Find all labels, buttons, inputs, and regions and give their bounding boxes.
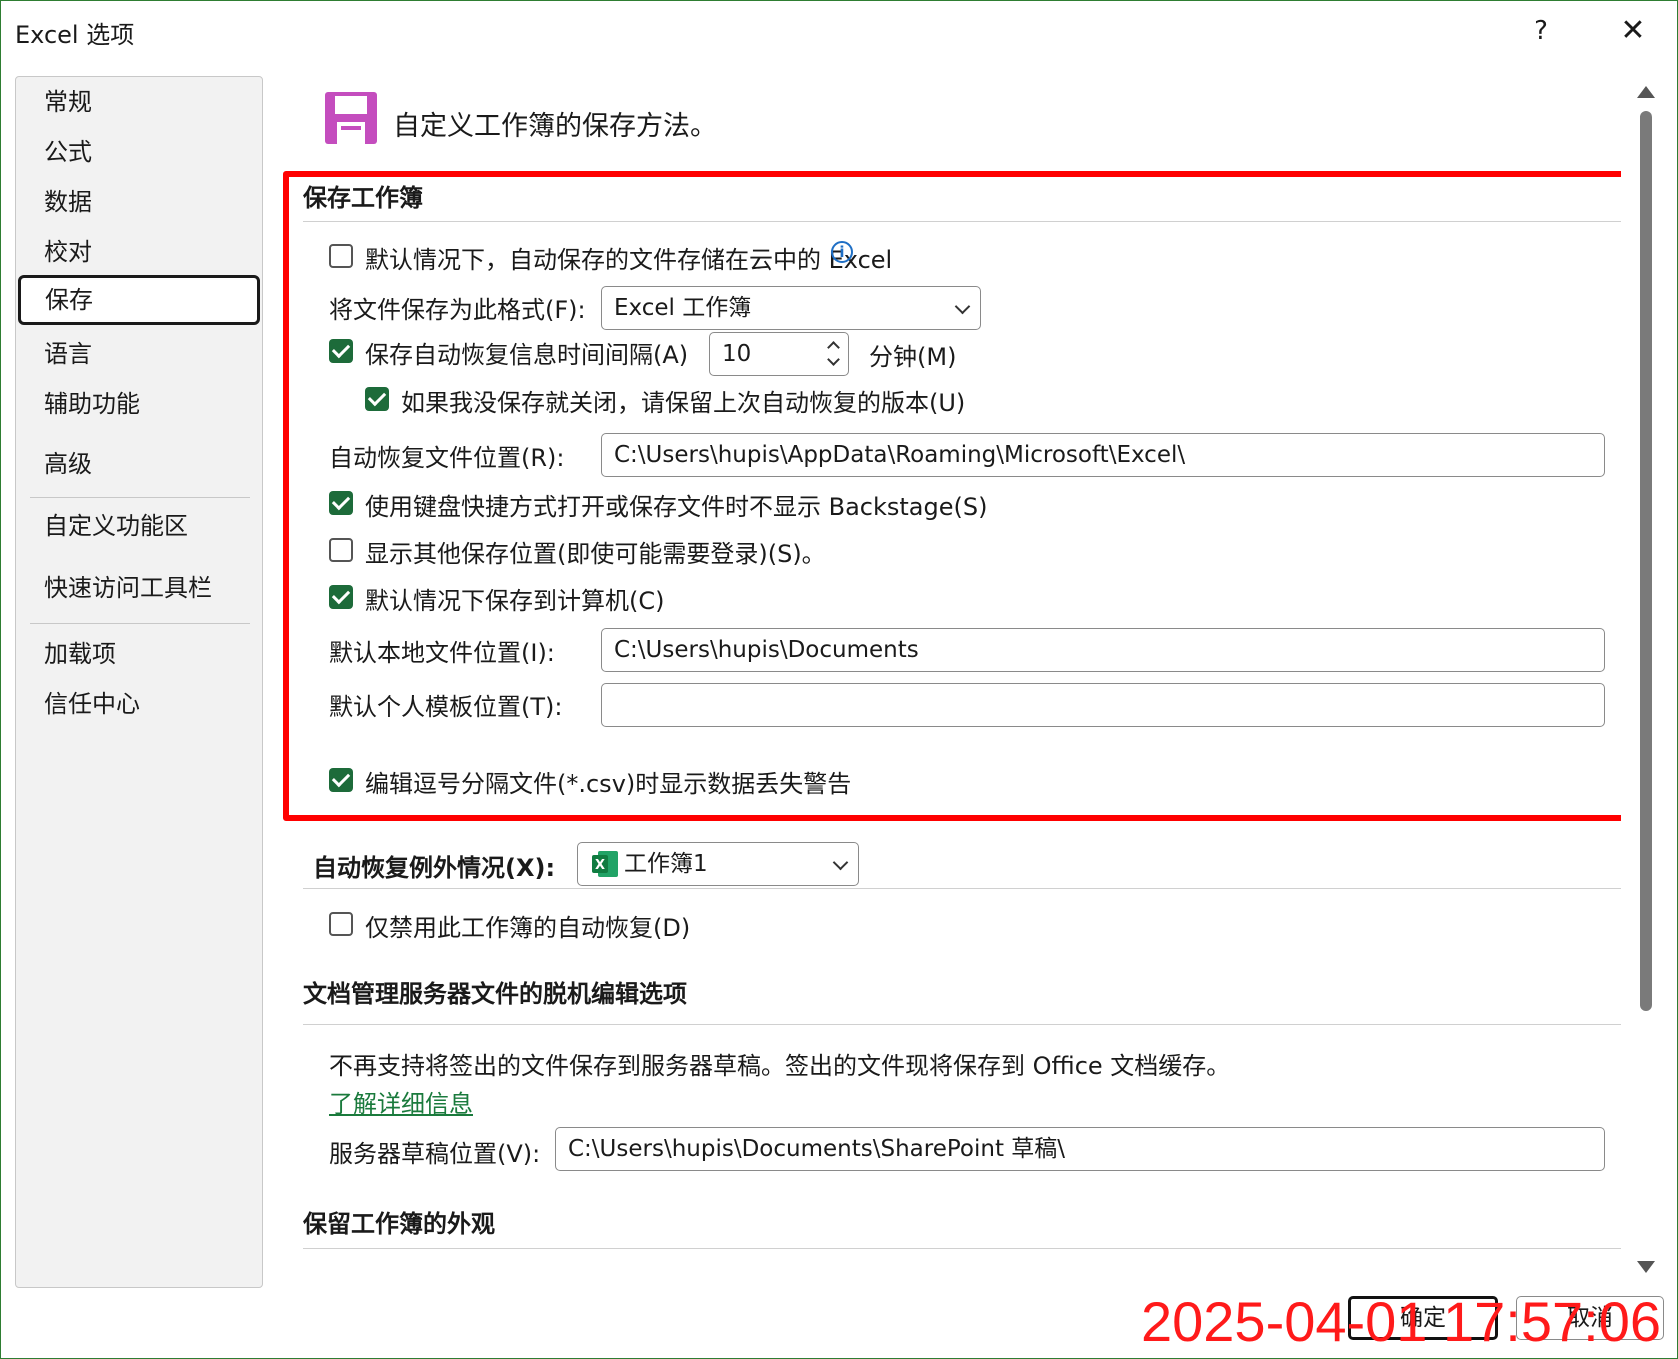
section-title-save-workbook: 保存工作簿 — [303, 184, 423, 212]
floppy-disk-icon — [325, 92, 377, 144]
section-divider — [303, 1248, 1621, 1249]
scroll-down-arrow-icon[interactable] — [1637, 1261, 1655, 1273]
section-title-offline: 文档管理服务器文件的脱机编辑选项 — [303, 980, 687, 1008]
nav-divider — [30, 497, 250, 498]
scroll-up-arrow-icon[interactable] — [1637, 86, 1655, 98]
template-location-label: 默认个人模板位置(T): — [329, 693, 563, 721]
exception-workbook-select[interactable]: X 工作簿1 — [577, 842, 859, 886]
options-nav: 常规 公式 数据 校对 保存 语言 辅助功能 高级 自定义功能区 快速访问工具栏… — [15, 76, 263, 1288]
local-location-label: 默认本地文件位置(I): — [329, 639, 555, 667]
exception-workbook-value: 工作簿1 — [624, 851, 708, 877]
section-divider — [303, 888, 1621, 889]
nav-item-proofing[interactable]: 校对 — [16, 227, 262, 277]
autorecover-location-input[interactable]: C:\Users\hupis\AppData\Roaming\Microsoft… — [601, 433, 1605, 477]
autorecover-location-label: 自动恢复文件位置(R): — [329, 444, 565, 472]
nav-divider — [30, 623, 250, 624]
save-options-panel: 自定义工作簿的保存方法。 保存工作簿 默认情况下，自动保存的文件存储在云中的 E… — [283, 76, 1621, 1286]
cloud-default-checkbox[interactable] — [329, 244, 353, 268]
chevron-down-icon — [832, 854, 849, 871]
no-backstage-label: 使用键盘快捷方式打开或保存文件时不显示 Backstage(S) — [365, 493, 988, 521]
local-location-input[interactable]: C:\Users\hupis\Documents — [601, 628, 1605, 672]
section-divider — [303, 221, 1621, 222]
timestamp-overlay: 2025-04-01 17:57:06 — [1141, 1290, 1661, 1353]
title-bar: Excel 选项 ? ✕ — [1, 1, 1677, 61]
disable-autorecover-label: 仅禁用此工作簿的自动恢复(D) — [365, 914, 691, 942]
keep-last-version-checkbox[interactable] — [365, 387, 389, 411]
nav-item-data[interactable]: 数据 — [16, 177, 262, 227]
save-to-computer-label: 默认情况下保存到计算机(C) — [365, 587, 665, 615]
dialog-title: Excel 选项 — [15, 21, 135, 49]
nav-item-general[interactable]: 常规 — [16, 77, 262, 127]
autorecover-minutes-value: 10 — [722, 341, 752, 367]
save-format-value: Excel 工作簿 — [614, 295, 752, 321]
nav-item-advanced[interactable]: 高级 — [16, 439, 262, 489]
nav-item-formulas[interactable]: 公式 — [16, 127, 262, 177]
nav-item-language[interactable]: 语言 — [16, 329, 262, 379]
local-location-value: C:\Users\hupis\Documents — [614, 637, 919, 663]
autorecover-checkbox[interactable] — [329, 339, 353, 363]
autorecover-label: 保存自动恢复信息时间间隔(A) — [365, 341, 689, 369]
nav-item-accessibility[interactable]: 辅助功能 — [16, 379, 262, 429]
server-draft-label: 服务器草稿位置(V): — [329, 1140, 541, 1168]
autorecover-minutes-spinner[interactable]: 10 — [709, 332, 849, 376]
vertical-scrollbar[interactable] — [1631, 76, 1661, 1286]
csv-warning-label: 编辑逗号分隔文件(*.csv)时显示数据丢失警告 — [365, 770, 852, 798]
nav-item-quick-access-toolbar[interactable]: 快速访问工具栏 — [16, 563, 262, 613]
disable-autorecover-checkbox[interactable] — [329, 912, 353, 936]
svg-text:X: X — [595, 858, 605, 873]
keep-last-version-label: 如果我没保存就关闭，请保留上次自动恢复的版本(U) — [401, 389, 966, 417]
show-other-locations-checkbox[interactable] — [329, 538, 353, 562]
save-to-computer-checkbox[interactable] — [329, 585, 353, 609]
help-button[interactable]: ? — [1526, 11, 1556, 51]
minutes-unit-label: 分钟(M) — [869, 343, 957, 371]
section-divider — [303, 1024, 1621, 1025]
template-location-input[interactable] — [601, 683, 1605, 727]
csv-warning-checkbox[interactable] — [329, 768, 353, 792]
scrollbar-thumb[interactable] — [1640, 111, 1652, 1011]
nav-item-trust-center[interactable]: 信任中心 — [16, 679, 262, 729]
nav-item-customize-ribbon[interactable]: 自定义功能区 — [16, 501, 262, 551]
chevron-up-icon[interactable] — [827, 341, 840, 354]
cloud-default-label: 默认情况下，自动保存的文件存储在云中的 Excel — [365, 246, 893, 274]
format-label: 将文件保存为此格式(F): — [329, 296, 586, 324]
offline-notice: 不再支持将签出的文件保存到服务器草稿。签出的文件现将保存到 Office 文档缓… — [329, 1052, 1231, 1080]
server-draft-input[interactable]: C:\Users\hupis\Documents\SharePoint 草稿\ — [555, 1127, 1605, 1171]
server-draft-value: C:\Users\hupis\Documents\SharePoint 草稿\ — [568, 1136, 1066, 1162]
nav-item-addins[interactable]: 加载项 — [16, 629, 262, 679]
chevron-down-icon[interactable] — [827, 353, 840, 366]
no-backstage-checkbox[interactable] — [329, 491, 353, 515]
excel-options-dialog: Excel 选项 ? ✕ 常规 公式 数据 校对 保存 语言 辅助功能 高级 自… — [0, 0, 1678, 1359]
learn-more-link[interactable]: 了解详细信息 — [329, 1084, 473, 1119]
section-title-exceptions: 自动恢复例外情况(X): — [313, 854, 556, 882]
nav-item-save[interactable]: 保存 — [18, 275, 260, 325]
chevron-down-icon — [954, 298, 971, 315]
save-format-select[interactable]: Excel 工作簿 — [601, 286, 981, 330]
info-icon[interactable]: i — [831, 241, 853, 263]
page-header: 自定义工作簿的保存方法。 — [393, 111, 717, 142]
close-button[interactable]: ✕ — [1613, 11, 1653, 51]
section-title-appearance: 保留工作簿的外观 — [303, 1210, 495, 1238]
autorecover-location-value: C:\Users\hupis\AppData\Roaming\Microsoft… — [614, 442, 1186, 468]
excel-icon: X — [592, 851, 618, 877]
show-other-locations-label: 显示其他保存位置(即使可能需要登录)(S)。 — [365, 540, 826, 568]
